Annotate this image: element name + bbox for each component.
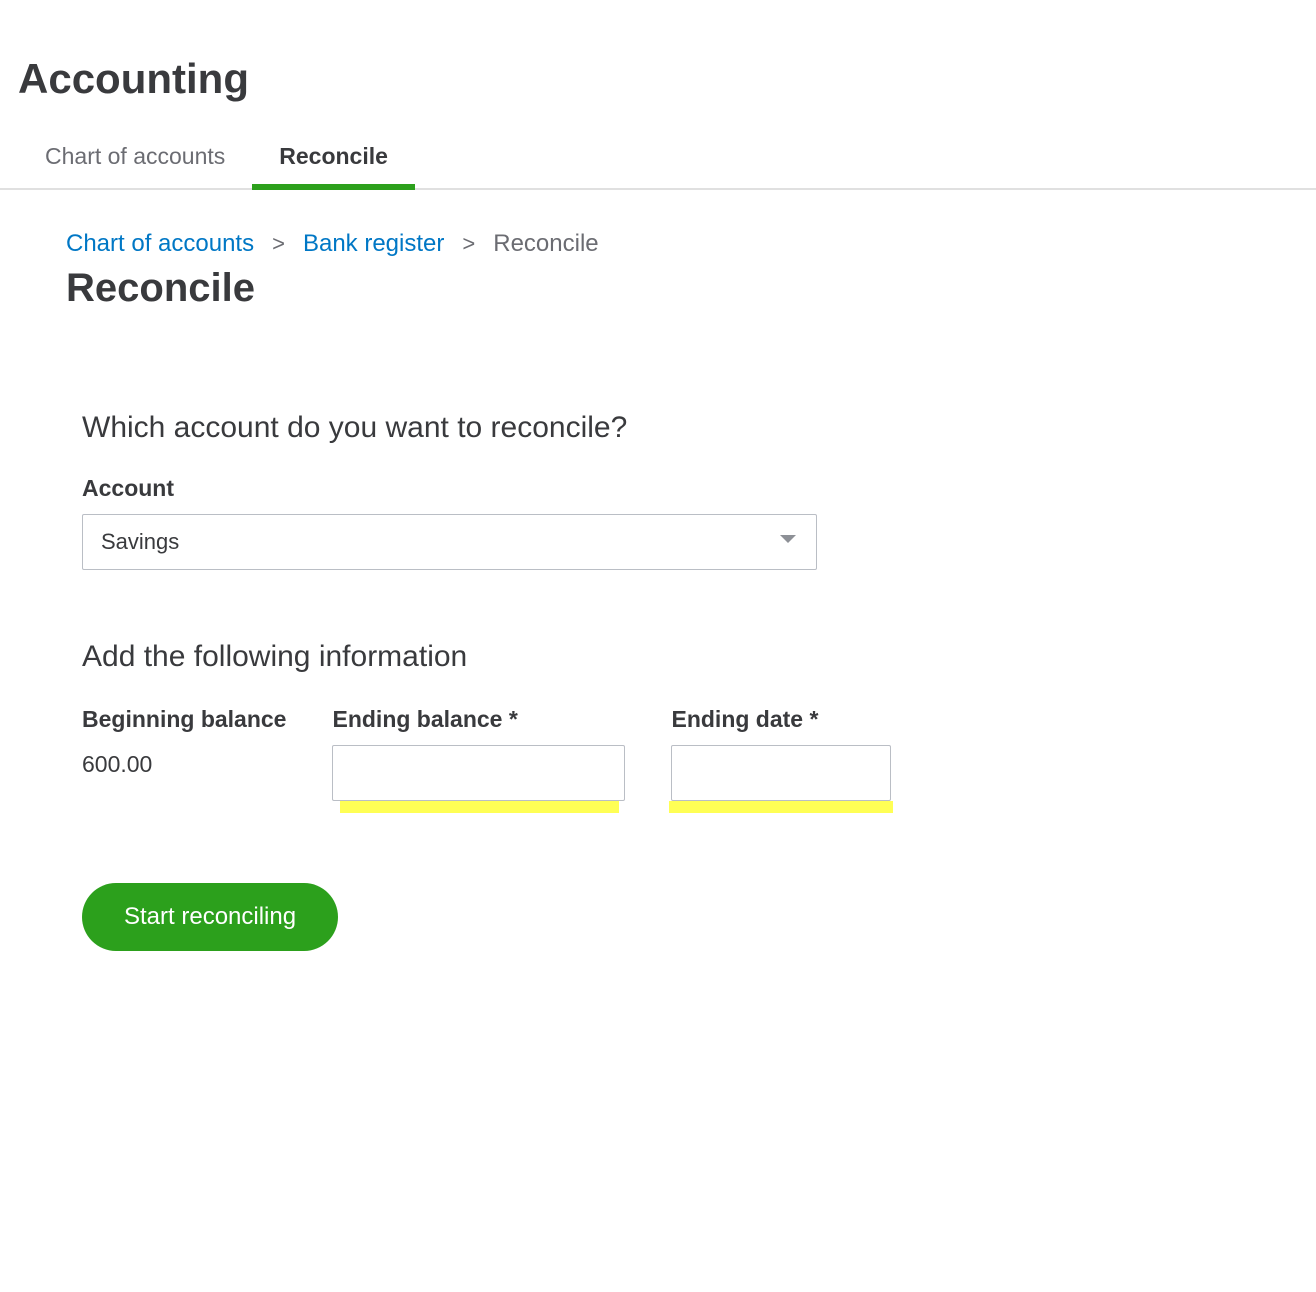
account-label: Account [82, 475, 1316, 502]
ending-balance-input[interactable] [332, 745, 625, 801]
ending-date-column: Ending date * [671, 706, 893, 813]
tabs: Chart of accounts Reconcile [0, 103, 1316, 190]
account-select-wrap: Savings [82, 514, 817, 570]
page-title: Accounting [0, 0, 1316, 103]
account-select[interactable]: Savings [82, 514, 817, 570]
info-section-prompt: Add the following information [82, 640, 1316, 674]
beginning-balance-label: Beginning balance [82, 706, 286, 733]
highlight-marker [669, 801, 893, 813]
breadcrumb-bank-register[interactable]: Bank register [303, 230, 444, 258]
reconcile-form: Which account do you want to reconcile? … [66, 311, 1316, 951]
tab-reconcile[interactable]: Reconcile [252, 143, 415, 188]
tab-chart-of-accounts[interactable]: Chart of accounts [18, 143, 252, 188]
breadcrumb-chart-of-accounts[interactable]: Chart of accounts [66, 230, 254, 258]
account-prompt: Which account do you want to reconcile? [82, 411, 1316, 445]
ending-date-label: Ending date * [671, 706, 893, 733]
breadcrumb-separator: > [462, 231, 475, 257]
breadcrumb-current: Reconcile [493, 230, 598, 258]
highlight-marker [340, 801, 619, 813]
fields-row: Beginning balance 600.00 Ending balance … [82, 706, 1316, 813]
content-area: Chart of accounts > Bank register > Reco… [0, 190, 1316, 951]
breadcrumb: Chart of accounts > Bank register > Reco… [66, 230, 1316, 258]
ending-date-input[interactable] [671, 745, 891, 801]
ending-balance-column: Ending balance * [332, 706, 625, 813]
beginning-balance-column: Beginning balance 600.00 [82, 706, 286, 813]
start-reconciling-button[interactable]: Start reconciling [82, 883, 338, 951]
beginning-balance-value: 600.00 [82, 751, 286, 778]
ending-balance-label: Ending balance * [332, 706, 625, 733]
page-subtitle: Reconcile [66, 266, 1316, 311]
breadcrumb-separator: > [272, 231, 285, 257]
